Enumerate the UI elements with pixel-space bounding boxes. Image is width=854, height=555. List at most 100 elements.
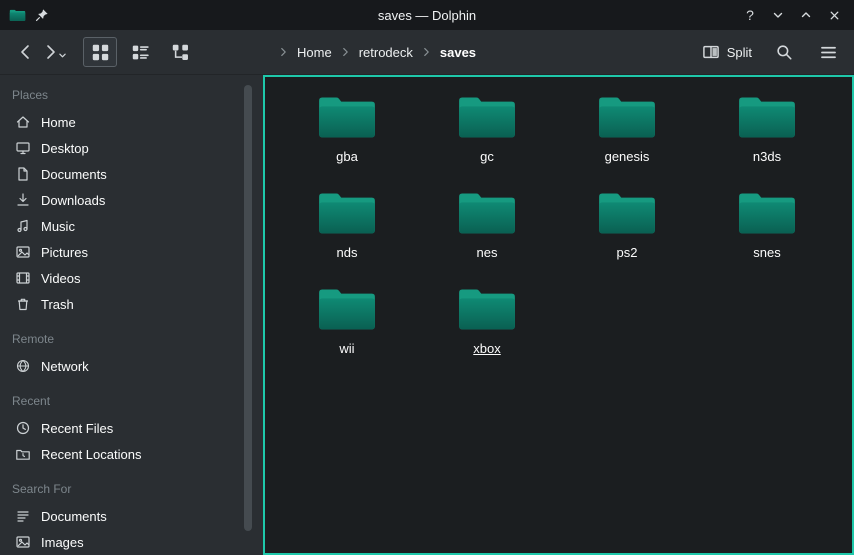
sidebar-item-search-documents[interactable]: Documents xyxy=(0,503,238,529)
sidebar-item-label: Home xyxy=(41,115,76,130)
breadcrumb-item-saves[interactable]: saves xyxy=(438,44,478,61)
folder-icon xyxy=(596,91,658,141)
section-title-search-for: Search For xyxy=(12,482,238,496)
sidebar-item-recent-files[interactable]: Recent Files xyxy=(0,415,238,441)
hamburger-icon xyxy=(819,43,838,62)
folder-label: ps2 xyxy=(617,245,638,260)
music-note-icon xyxy=(15,218,31,234)
split-button-label: Split xyxy=(727,45,752,60)
breadcrumb-item-home[interactable]: Home xyxy=(295,44,334,61)
split-button[interactable]: Split xyxy=(700,39,754,65)
maximize-button[interactable] xyxy=(794,3,818,27)
image-icon xyxy=(15,244,31,260)
folder-label: genesis xyxy=(605,149,650,164)
folder-label: snes xyxy=(753,245,780,260)
sidebar-item-label: Images xyxy=(41,535,84,550)
breadcrumb-item-retrodeck[interactable]: retrodeck xyxy=(357,44,415,61)
folder-item-nds[interactable]: nds xyxy=(277,187,417,283)
back-button[interactable] xyxy=(12,37,40,67)
tree-view-icon xyxy=(171,43,190,62)
sidebar-item-videos[interactable]: Videos xyxy=(0,265,238,291)
sidebar-item-label: Desktop xyxy=(41,141,89,156)
breadcrumb-separator-icon xyxy=(341,46,350,58)
text-lines-icon xyxy=(15,508,31,524)
tree-view-button[interactable] xyxy=(163,37,197,67)
sidebar-item-label: Downloads xyxy=(41,193,105,208)
clock-icon xyxy=(15,420,31,436)
folder-icon xyxy=(596,187,658,237)
folder-view[interactable]: gba gc genesis n3ds nds nes xyxy=(263,75,854,555)
search-button[interactable] xyxy=(770,38,798,66)
view-mode-group xyxy=(83,37,197,67)
chevron-down-icon xyxy=(775,14,782,18)
folder-item-gba[interactable]: gba xyxy=(277,91,417,187)
sidebar-item-label: Documents xyxy=(41,509,107,524)
sidebar-item-recent-locations[interactable]: Recent Locations xyxy=(0,441,238,467)
folder-label: gba xyxy=(336,149,358,164)
close-button[interactable] xyxy=(822,3,846,27)
folder-label: n3ds xyxy=(753,149,781,164)
sidebar-item-label: Network xyxy=(41,359,89,374)
chevron-up-icon xyxy=(803,13,810,17)
folder-item-gc[interactable]: gc xyxy=(417,91,557,187)
caret-down-icon xyxy=(60,54,65,57)
image-icon xyxy=(15,534,31,550)
places-panel: Places Home Desktop Documents xyxy=(0,75,238,555)
menu-button[interactable] xyxy=(814,38,842,66)
toolbar: Home retrodeck saves Split xyxy=(0,30,854,75)
download-icon xyxy=(15,192,31,208)
folder-icon xyxy=(456,91,518,141)
icons-view-button[interactable] xyxy=(83,37,117,67)
dolphin-window: saves — Dolphin ? xyxy=(0,0,854,555)
close-icon xyxy=(831,12,838,19)
folder-icon xyxy=(316,283,378,333)
breadcrumb: Home retrodeck saves xyxy=(279,44,478,61)
sidebar-item-music[interactable]: Music xyxy=(0,213,238,239)
sidebar-item-desktop[interactable]: Desktop xyxy=(0,135,238,161)
sidebar-item-home[interactable]: Home xyxy=(0,109,238,135)
sidebar-item-pictures[interactable]: Pictures xyxy=(0,239,238,265)
folder-item-nes[interactable]: nes xyxy=(417,187,557,283)
folder-item-n3ds[interactable]: n3ds xyxy=(697,91,837,187)
sidebar-item-label: Pictures xyxy=(41,245,88,260)
search-icon xyxy=(775,43,793,61)
details-view-button[interactable] xyxy=(123,37,157,67)
breadcrumb-separator-icon xyxy=(279,46,288,58)
folder-item-wii[interactable]: wii xyxy=(277,283,417,379)
folder-icon xyxy=(736,187,798,237)
folder-icon xyxy=(316,187,378,237)
sidebar-item-search-images[interactable]: Images xyxy=(0,529,238,555)
chevron-right-icon xyxy=(48,46,54,58)
folder-icon xyxy=(456,283,518,333)
folder-label: nes xyxy=(477,245,498,260)
help-button[interactable]: ? xyxy=(738,3,762,27)
globe-icon xyxy=(15,358,31,374)
folder-item-ps2[interactable]: ps2 xyxy=(557,187,697,283)
sidebar-item-trash[interactable]: Trash xyxy=(0,291,238,317)
pin-icon[interactable] xyxy=(35,8,49,22)
folder-item-snes[interactable]: snes xyxy=(697,187,837,283)
sidebar-item-label: Videos xyxy=(41,271,81,286)
sidebar-item-label: Documents xyxy=(41,167,107,182)
sidebar-scrollbar[interactable] xyxy=(238,75,263,555)
sidebar-item-network[interactable]: Network xyxy=(0,353,238,379)
sidebar-item-downloads[interactable]: Downloads xyxy=(0,187,238,213)
document-icon xyxy=(15,166,31,182)
app-icon xyxy=(9,8,26,22)
folder-item-genesis[interactable]: genesis xyxy=(557,91,697,187)
folder-icon xyxy=(316,91,378,141)
window-title: saves — Dolphin xyxy=(0,8,854,23)
folder-icon xyxy=(456,187,518,237)
details-view-icon xyxy=(131,43,150,62)
chevron-left-icon xyxy=(22,46,28,58)
folder-label: xbox xyxy=(473,341,500,356)
sidebar-item-documents[interactable]: Documents xyxy=(0,161,238,187)
folder-item-xbox[interactable]: xbox xyxy=(417,283,557,379)
split-view-icon xyxy=(702,43,720,61)
film-icon xyxy=(15,270,31,286)
scrollbar-thumb[interactable] xyxy=(244,85,252,531)
section-title-recent: Recent xyxy=(12,394,238,408)
minimize-button[interactable] xyxy=(766,3,790,27)
forward-button[interactable] xyxy=(40,42,67,62)
desktop-icon xyxy=(15,140,31,156)
